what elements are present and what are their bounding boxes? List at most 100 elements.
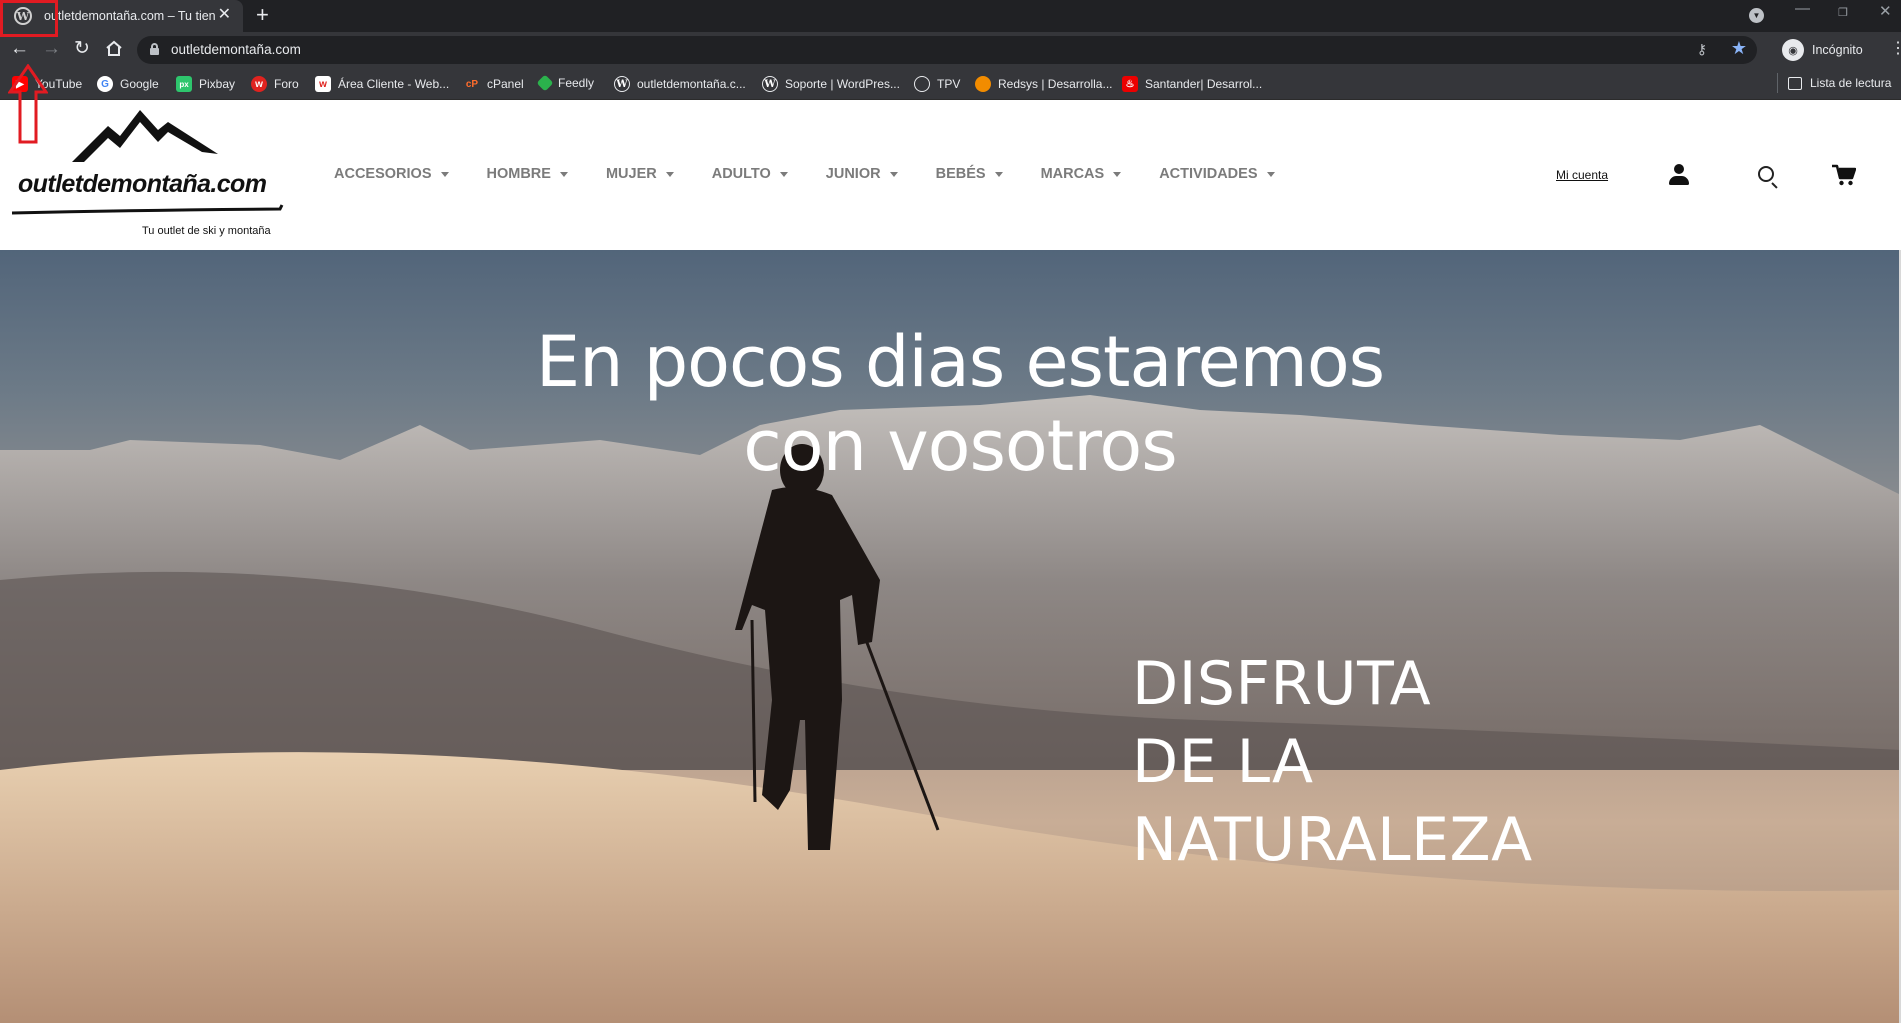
bookmark-outletdemontana[interactable]: W outletdemontaña.c... <box>614 76 746 92</box>
hero-subtitle-line: NATURALEZA <box>1132 805 1533 875</box>
hero-title-line: con vosotros <box>743 405 1177 487</box>
bookmark-foro[interactable]: w Foro <box>251 76 299 92</box>
wordpress-icon: W <box>762 76 778 92</box>
google-icon: G <box>97 76 113 92</box>
caret-down-icon <box>665 171 674 177</box>
browser-tab-strip: W outletdemontaña.com – Tu tienda ✕ + ▼ … <box>0 0 1901 32</box>
bookmark-label: Soporte | WordPres... <box>785 77 900 91</box>
bookmark-cpanel[interactable]: cP cPanel <box>464 76 524 92</box>
caret-down-icon <box>1266 171 1275 177</box>
tab-title: outletdemontaña.com – Tu tienda <box>44 9 216 23</box>
bookmark-label: Redsys | Desarrolla... <box>998 77 1113 91</box>
caret-down-icon <box>1113 171 1122 177</box>
incognito-label: Incógnito <box>1812 43 1863 57</box>
home-icon[interactable] <box>105 40 123 57</box>
hero-banner: En pocos dias estaremos con vosotros DIS… <box>0 250 1901 1023</box>
bookmark-label: outletdemontaña.c... <box>637 77 746 91</box>
caret-down-icon <box>440 171 449 177</box>
hero-title: En pocos dias estaremos con vosotros <box>460 320 1460 488</box>
cpanel-icon: cP <box>465 78 479 90</box>
bookmark-label: Foro <box>274 77 299 91</box>
bookmark-label: Santander| Desarrol... <box>1145 77 1263 91</box>
bookmarks-separator <box>1777 73 1778 93</box>
bookmark-label: Google <box>120 77 159 91</box>
nav-hombre[interactable]: HOMBRE <box>487 166 568 182</box>
nav-accesorios[interactable]: ACCESORIOS <box>334 166 449 182</box>
wordpress-icon: W <box>614 76 630 92</box>
restore-icon[interactable]: ❐ <box>1838 6 1848 19</box>
hero-title-line: En pocos dias estaremos <box>535 321 1385 403</box>
url-text[interactable]: outletdemontaña.com <box>171 42 301 57</box>
nav-bebes[interactable]: BEBÉS <box>936 166 1003 182</box>
caret-down-icon <box>994 171 1003 177</box>
new-tab-button[interactable]: + <box>256 3 269 27</box>
logo-tagline: Tu outlet de ski y montaña <box>142 225 271 237</box>
lock-icon[interactable] <box>150 43 159 55</box>
nav-actividades[interactable]: ACTIVIDADES <box>1159 166 1275 182</box>
incognito-icon: ◉ <box>1782 39 1804 61</box>
site-header: outletdemontaña.com Tu outlet de ski y m… <box>0 100 1901 250</box>
nav-label: MUJER <box>605 166 657 182</box>
webempresa-icon: w <box>315 76 331 92</box>
user-icon[interactable] <box>1668 164 1690 186</box>
site-logo[interactable]: outletdemontaña.com Tu outlet de ski y m… <box>10 108 285 238</box>
pixabay-icon: px <box>176 76 192 92</box>
key-icon[interactable]: ⚷ <box>1697 41 1707 58</box>
cart-icon[interactable] <box>1832 164 1856 186</box>
bookmark-soporte-wordpress[interactable]: W Soporte | WordPres... <box>762 76 900 92</box>
reload-icon[interactable]: ↻ <box>74 39 90 59</box>
bookmark-redsys[interactable]: Redsys | Desarrolla... <box>975 76 1113 92</box>
tab-close-icon[interactable]: ✕ <box>218 6 231 24</box>
nav-label: BEBÉS <box>935 166 986 182</box>
nav-mujer[interactable]: MUJER <box>606 166 674 182</box>
nav-junior[interactable]: JUNIOR <box>826 166 898 182</box>
reading-list-icon <box>1788 76 1802 90</box>
reading-list-button[interactable]: Lista de lectura <box>1777 73 1892 93</box>
caret-down-icon <box>779 171 788 177</box>
main-navigation: ACCESORIOS HOMBRE MUJER ADULTO JUNIOR BE… <box>334 166 1313 182</box>
redsys-icon <box>975 76 991 92</box>
bookmark-label: TPV <box>937 77 961 91</box>
bookmark-label: cPanel <box>487 77 524 91</box>
feedly-icon <box>536 74 554 92</box>
menu-kebab-icon[interactable]: ⋮ <box>1890 40 1901 58</box>
santander-icon: ♨ <box>1122 76 1138 92</box>
annotation-highlight-box <box>0 0 58 37</box>
nav-label: HOMBRE <box>486 166 551 182</box>
nav-marcas[interactable]: MARCAS <box>1041 166 1122 182</box>
nav-label: ACTIVIDADES <box>1159 166 1258 182</box>
mountains-logo-icon <box>72 110 218 162</box>
incognito-indicator[interactable]: ◉ Incógnito <box>1782 36 1863 64</box>
caret-down-icon <box>889 171 898 177</box>
window-close-icon[interactable]: ✕ <box>1879 2 1892 20</box>
bookmark-santander[interactable]: ♨ Santander| Desarrol... <box>1122 76 1262 92</box>
bookmark-feedly[interactable]: Feedly <box>536 74 595 92</box>
bookmarks-bar: ▶ YouTube G Google px Pixbay w Foro w Ár… <box>0 68 1901 100</box>
tab-search-icon[interactable]: ▼ <box>1749 8 1764 23</box>
hero-subtitle-line: DISFRUTA <box>1132 649 1432 719</box>
bookmark-star-icon[interactable]: ★ <box>1731 38 1747 59</box>
search-icon[interactable] <box>1758 166 1780 189</box>
bookmark-google[interactable]: G Google <box>97 76 159 92</box>
hero-subtitle-line: DE LA <box>1132 727 1314 797</box>
bookmark-area-cliente[interactable]: w Área Cliente - Web... <box>315 76 449 92</box>
nav-label: ACCESORIOS <box>334 166 432 182</box>
forward-icon[interactable]: → <box>42 39 61 59</box>
logo-wordmark: outletdemontaña.com <box>18 170 267 198</box>
bookmark-label: Feedly <box>558 76 595 90</box>
nav-adulto[interactable]: ADULTO <box>712 166 788 182</box>
nav-label: ADULTO <box>711 166 771 182</box>
bookmark-pixbay[interactable]: px Pixbay <box>176 76 235 92</box>
hero-subtitle: DISFRUTA DE LA NATURALEZA <box>1132 645 1533 879</box>
address-bar[interactable]: outletdemontaña.com ⚷ ★ <box>137 36 1757 64</box>
bookmark-tpv[interactable]: TPV <box>914 76 960 92</box>
my-account-link[interactable]: Mi cuenta <box>1556 168 1608 182</box>
bookmark-label: Pixbay <box>199 77 236 91</box>
caret-down-icon <box>559 171 568 177</box>
browser-toolbar: ← → ↻ outletdemontaña.com ⚷ ★ ◉ Incógnit… <box>0 32 1901 68</box>
back-icon[interactable]: ← <box>10 39 29 59</box>
reading-list-label: Lista de lectura <box>1810 76 1892 90</box>
minimize-icon[interactable]: — <box>1795 0 1810 17</box>
globe-icon <box>914 76 930 92</box>
bookmark-label: Área Cliente - Web... <box>338 77 450 91</box>
